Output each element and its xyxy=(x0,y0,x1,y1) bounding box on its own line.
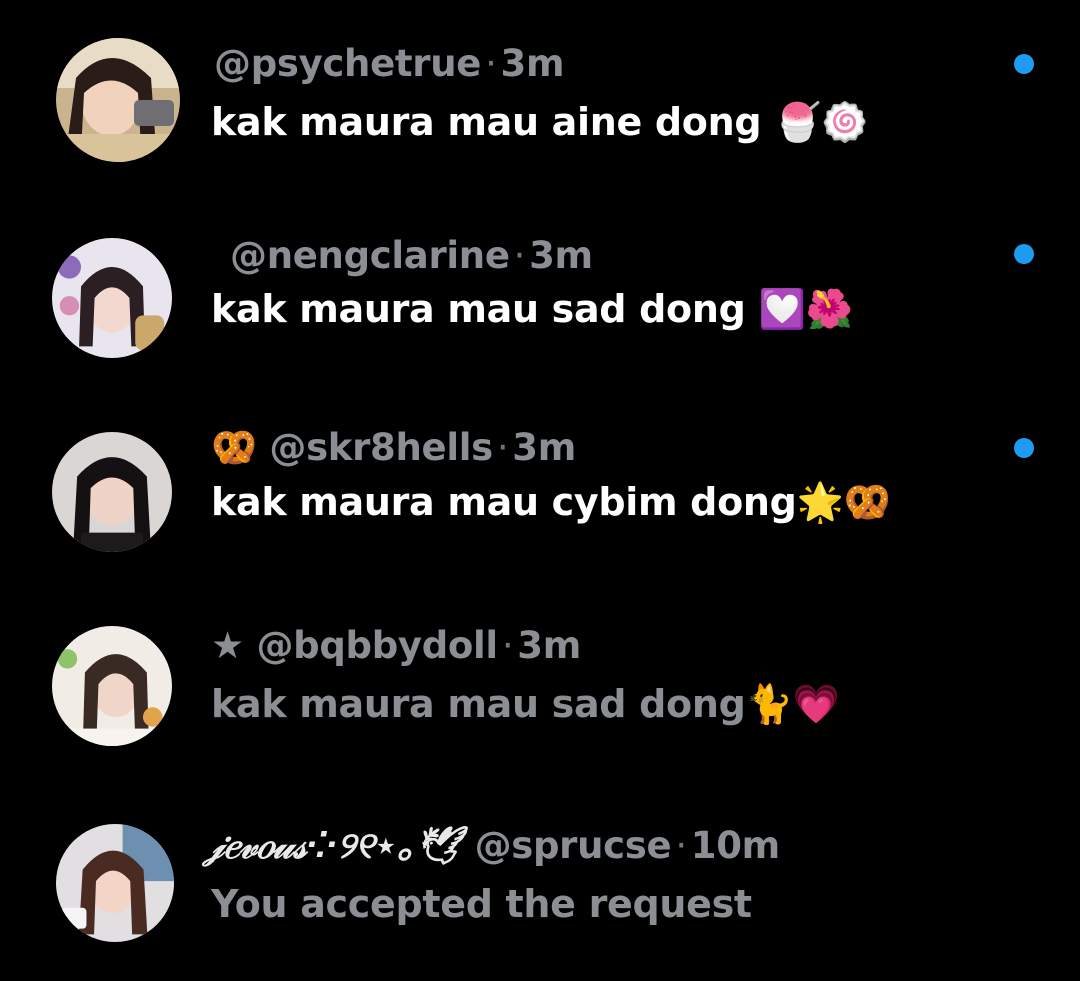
user-avatar[interactable] xyxy=(52,626,172,746)
conversation-item[interactable]: @psychetrue · 3m kak maura mau aine dong 🍧… xyxy=(0,30,1080,180)
user-handle[interactable]: @skr8hells xyxy=(269,426,493,469)
conversation-item[interactable]: @nengclarine · 3m kak maura mau sad dong 💟… xyxy=(0,230,1080,380)
timestamp: 3m xyxy=(529,234,593,277)
message-preview: kak maura mau cybim dong🌟🥨 xyxy=(211,478,891,526)
user-avatar[interactable] xyxy=(56,38,180,162)
conversation-header: @nengclarine · 3m xyxy=(230,234,593,278)
timestamp: 3m xyxy=(512,426,576,469)
display-name: 🥨 xyxy=(211,426,257,469)
message-emoji: 🌟🥨 xyxy=(796,480,891,524)
timestamp: 10m xyxy=(690,824,780,867)
message-preview: kak maura mau aine dong 🍧🍥 xyxy=(211,98,869,146)
message-preview: You accepted the request xyxy=(211,880,752,928)
conversation-item[interactable]: 🥨 @skr8hells · 3m kak maura mau cybim dong… xyxy=(0,420,1080,570)
unread-indicator-icon xyxy=(1014,244,1034,264)
user-avatar[interactable] xyxy=(52,432,172,552)
conversation-header: 𝒿𝑒𝓋𝑜𝓊𝓈⁘୨୧⋆｡🕊 @sprucse · 10m xyxy=(204,824,780,868)
separator-dot: · xyxy=(513,234,526,277)
separator-dot: · xyxy=(675,824,687,867)
message-preview: kak maura mau sad dong🐈💗 xyxy=(211,680,840,728)
user-handle[interactable]: @psychetrue xyxy=(214,42,481,85)
conversation-header: 🥨 @skr8hells · 3m xyxy=(211,426,576,470)
separator-dot: · xyxy=(485,42,497,85)
timestamp: 3m xyxy=(500,42,565,85)
user-avatar[interactable] xyxy=(52,238,172,358)
avatar-photo-icon xyxy=(56,824,174,942)
message-text: kak maura mau sad dong xyxy=(211,682,746,726)
avatar-photo-icon xyxy=(52,432,172,552)
conversation-list: @psychetrue · 3m kak maura mau aine dong 🍧… xyxy=(0,0,1080,981)
separator-dot: · xyxy=(501,624,514,667)
user-handle[interactable]: @bqbbydoll xyxy=(256,624,498,667)
message-emoji: 🐈💗 xyxy=(745,682,840,726)
message-text: kak maura mau cybim dong xyxy=(211,480,797,524)
display-name: ★ xyxy=(211,624,244,667)
conversation-header: @psychetrue · 3m xyxy=(214,42,565,86)
user-avatar[interactable] xyxy=(56,824,174,942)
unread-indicator-icon xyxy=(1014,54,1034,74)
timestamp: 3m xyxy=(517,624,581,667)
conversation-item[interactable]: 𝒿𝑒𝓋𝑜𝓊𝓈⁘୨୧⋆｡🕊 @sprucse · 10m You accepted t… xyxy=(0,818,1080,968)
conversation-header: ★ @bqbbydoll · 3m xyxy=(211,624,581,668)
separator-dot: · xyxy=(496,426,509,469)
message-text: kak maura mau aine dong xyxy=(211,100,762,144)
avatar-photo-icon xyxy=(52,238,172,358)
unread-indicator-icon xyxy=(1014,438,1034,458)
message-text: You accepted the request xyxy=(211,882,752,926)
message-text: kak maura mau sad dong xyxy=(211,287,746,331)
user-handle[interactable]: @sprucse xyxy=(475,824,672,867)
conversation-item[interactable]: ★ @bqbbydoll · 3m kak maura mau sad dong🐈💗 xyxy=(0,620,1080,770)
avatar-photo-icon xyxy=(52,626,172,746)
message-emoji: 💟🌺 xyxy=(758,287,853,331)
avatar-photo-icon xyxy=(56,38,180,162)
message-preview: kak maura mau sad dong 💟🌺 xyxy=(211,285,853,333)
user-handle[interactable]: @nengclarine xyxy=(230,234,510,277)
message-emoji: 🍧🍥 xyxy=(774,100,869,144)
display-name: 𝒿𝑒𝓋𝑜𝓊𝓈⁘୨୧⋆｡🕊 xyxy=(204,824,462,867)
